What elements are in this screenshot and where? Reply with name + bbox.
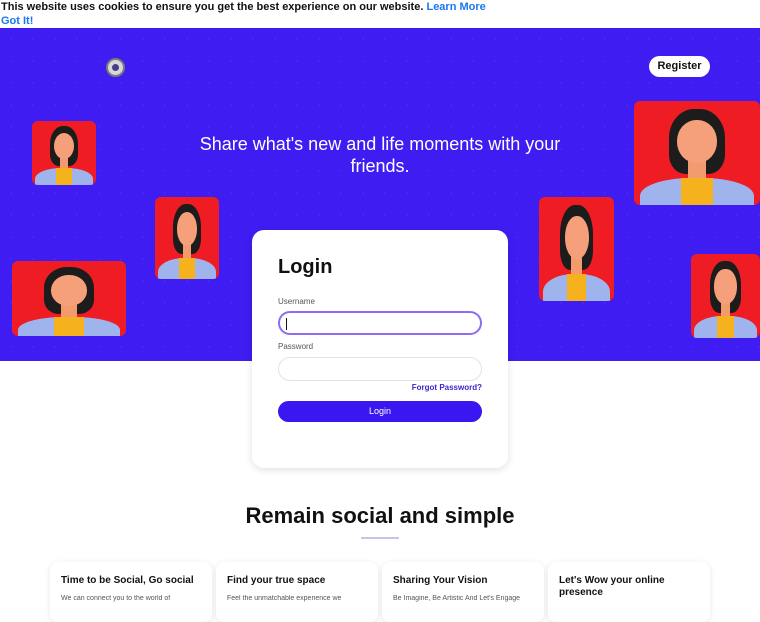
username-label: Username xyxy=(278,297,315,306)
feature-description: We can connect you to the world of xyxy=(61,595,171,602)
learn-more-link[interactable]: Learn More xyxy=(426,1,485,13)
feature-card: Find your true space Feel the unmatchabl… xyxy=(216,562,378,622)
feature-title: Find your true space xyxy=(227,575,326,586)
password-input[interactable] xyxy=(278,357,482,381)
avatar-image xyxy=(634,101,760,205)
feature-title: Let's Wow your online presence xyxy=(559,575,665,598)
login-button[interactable]: Login xyxy=(278,401,482,422)
login-title: Login xyxy=(278,256,333,278)
cookie-banner: This website uses cookies to ensure you … xyxy=(0,0,760,28)
got-it-button[interactable]: Got It! xyxy=(1,15,33,27)
username-input[interactable] xyxy=(278,311,482,335)
site-logo-icon[interactable] xyxy=(106,58,125,77)
cookie-message: This website uses cookies to ensure you … xyxy=(1,1,486,13)
text-cursor xyxy=(286,318,287,330)
title-divider xyxy=(361,537,399,539)
forgot-password-link[interactable]: Forgot Password? xyxy=(412,383,482,392)
feature-title: Sharing Your Vision xyxy=(393,575,488,586)
feature-description: Feel the unmatchable experience we xyxy=(227,595,342,602)
feature-card: Let's Wow your online presence xyxy=(548,562,710,622)
feature-card: Time to be Social, Go social We can conn… xyxy=(50,562,212,622)
avatar-image xyxy=(691,254,760,338)
avatar-image xyxy=(32,121,96,185)
feature-title: Time to be Social, Go social xyxy=(61,575,194,586)
hero-tagline: Share what's new and life moments with y… xyxy=(199,134,561,176)
login-card: Login Username Password Forgot Password?… xyxy=(252,230,508,468)
cookie-text: This website uses cookies to ensure you … xyxy=(1,1,424,13)
feature-description: Be Imagine, Be Artistic And Let's Engage xyxy=(393,595,521,602)
feature-card: Sharing Your Vision Be Imagine, Be Artis… xyxy=(382,562,544,622)
register-button[interactable]: Register xyxy=(649,56,710,77)
avatar-image xyxy=(12,261,126,336)
password-label: Password xyxy=(278,342,314,351)
features-title: Remain social and simple xyxy=(245,503,515,528)
avatar-image xyxy=(539,197,614,301)
avatar-image xyxy=(155,197,219,279)
